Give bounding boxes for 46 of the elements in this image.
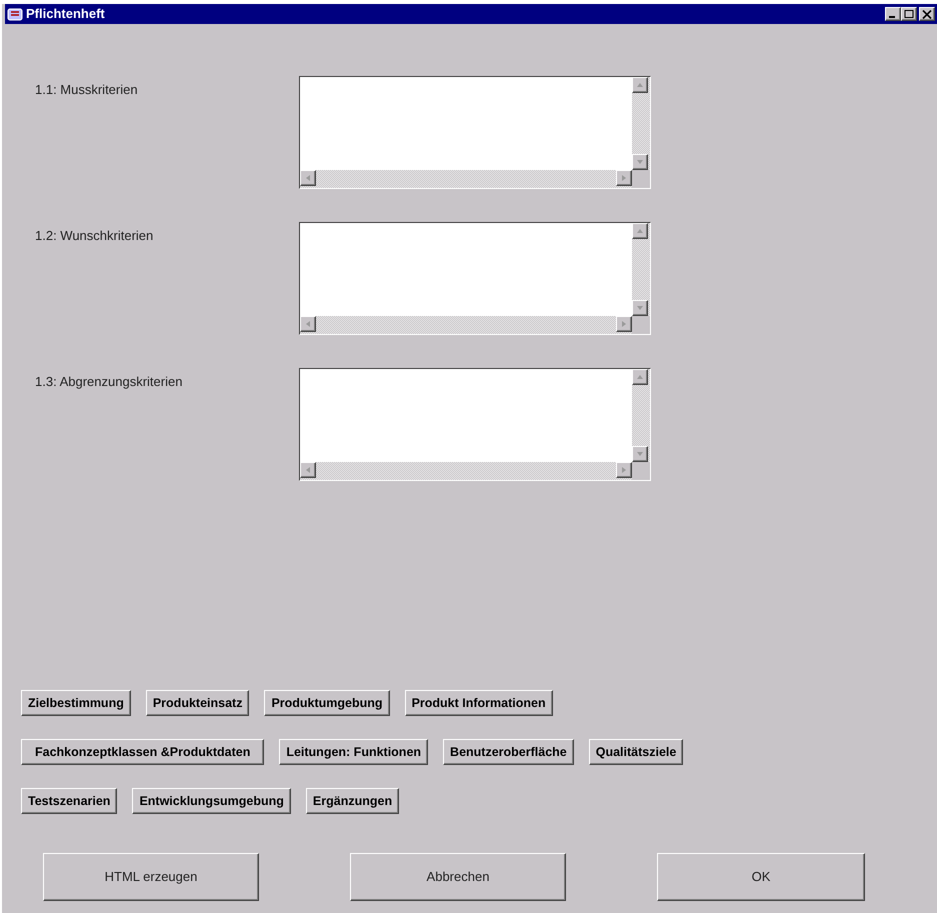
action-button[interactable]: Abbrechen (350, 853, 566, 901)
scrollbar-corner (632, 462, 650, 480)
app-icon (7, 6, 23, 22)
maximize-icon (904, 10, 914, 18)
horizontal-scrollbar[interactable] (300, 170, 632, 188)
section-button[interactable]: Produkt Informationen (404, 690, 553, 716)
field-label: 1.3: Abgrenzungskriterien (35, 373, 184, 391)
scroll-down-icon[interactable] (632, 154, 648, 170)
vertical-scrollbar[interactable] (632, 223, 650, 316)
section-button[interactable]: Fachkonzeptklassen &Produktdaten (21, 739, 264, 765)
horizontal-scrollbar[interactable] (300, 462, 632, 480)
section-button[interactable]: Ergänzungen (306, 788, 400, 814)
section-button[interactable]: Zielbestimmung (21, 690, 131, 716)
scroll-right-icon[interactable] (616, 316, 632, 332)
minimize-icon (888, 16, 894, 18)
scroll-right-icon[interactable] (616, 462, 632, 478)
close-icon (922, 10, 932, 18)
scroll-up-icon[interactable] (632, 223, 648, 239)
scrollbar-corner (632, 316, 650, 334)
vertical-scrollbar[interactable] (632, 369, 650, 462)
vertical-scrollbar[interactable] (632, 77, 650, 170)
close-button[interactable] (919, 7, 935, 21)
section-button[interactable]: Entwicklungsumgebung (132, 788, 291, 814)
scroll-up-icon[interactable] (632, 369, 648, 385)
section-button[interactable]: Produktumgebung (264, 690, 390, 716)
scroll-up-icon[interactable] (632, 77, 648, 93)
section-button[interactable]: Qualitätsziele (588, 739, 684, 765)
action-button[interactable]: OK (657, 853, 865, 901)
window-title: Pflichtenheft (26, 5, 105, 24)
minimize-button[interactable] (885, 7, 901, 21)
scroll-down-icon[interactable] (632, 300, 648, 316)
action-button[interactable]: HTML erzeugen (43, 853, 259, 901)
section-button[interactable]: Testszenarien (21, 788, 118, 814)
scroll-left-icon[interactable] (300, 316, 316, 332)
scrollbar-corner (632, 170, 650, 188)
section-button[interactable]: Produkteinsatz (146, 690, 250, 716)
section-button[interactable]: Benutzeroberfläche (443, 739, 574, 765)
scroll-down-icon[interactable] (632, 446, 648, 462)
scroll-left-icon[interactable] (300, 170, 316, 186)
scroll-right-icon[interactable] (616, 170, 632, 186)
horizontal-scrollbar[interactable] (300, 316, 632, 334)
scroll-left-icon[interactable] (300, 462, 316, 478)
section-button[interactable]: Leitungen: Funktionen (279, 739, 428, 765)
field-label: 1.2: Wunschkriterien (35, 227, 154, 245)
field-label: 1.1: Musskriterien (35, 81, 139, 99)
maximize-button[interactable] (901, 7, 917, 21)
